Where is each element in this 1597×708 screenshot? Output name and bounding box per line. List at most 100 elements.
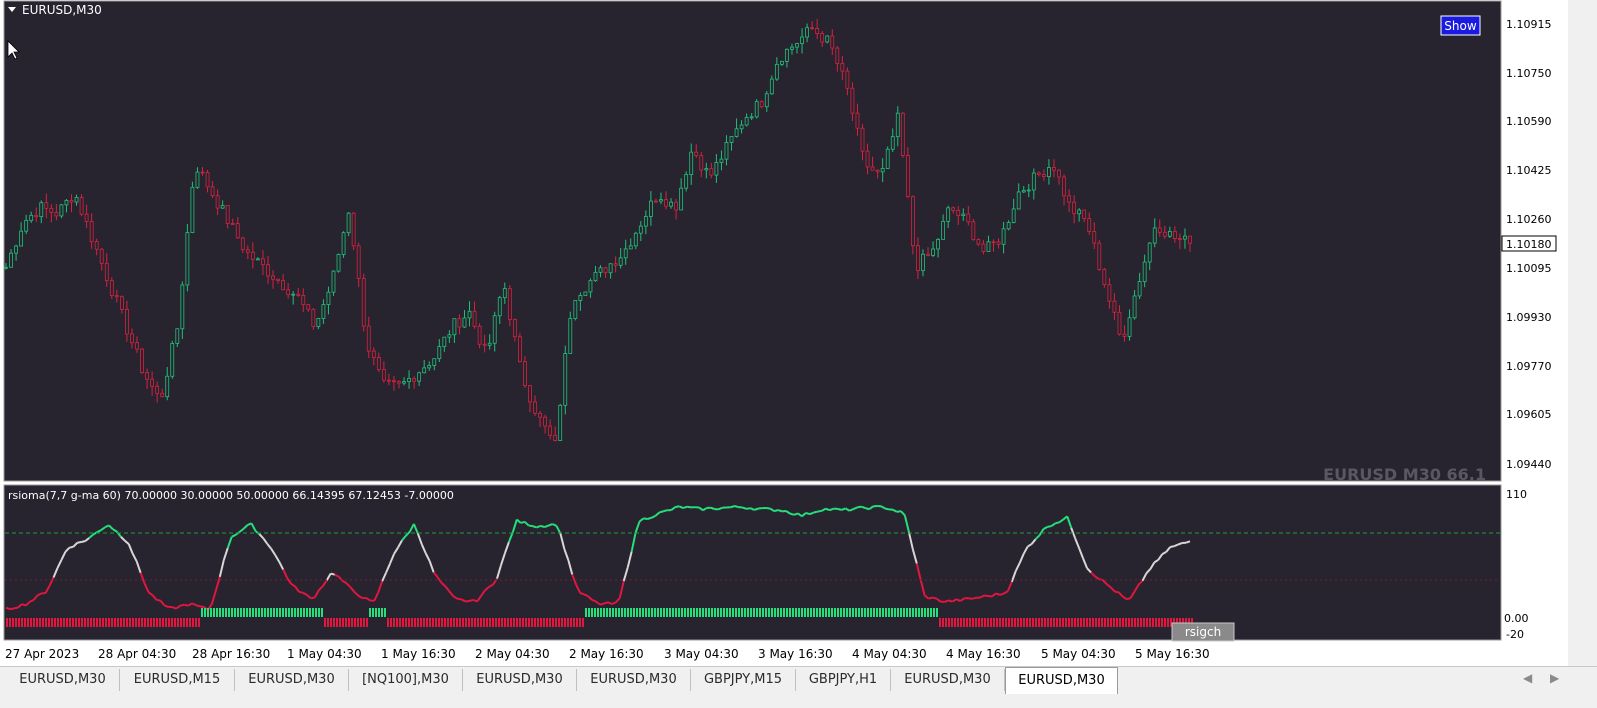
candle-body xyxy=(633,232,638,247)
signal-bar-down xyxy=(1026,618,1028,627)
signal-bar-down xyxy=(180,618,182,627)
signal-bar-down xyxy=(1002,618,1004,627)
candle-body xyxy=(820,33,825,43)
signal-bar-down xyxy=(132,618,134,627)
candle-body xyxy=(921,253,925,272)
rsi-segment xyxy=(298,590,304,594)
signal-bar-up xyxy=(837,608,839,617)
candle-body xyxy=(593,271,598,282)
time-axis[interactable]: 27 Apr 2023 28 Apr 04:30 28 Apr 16:30 1 … xyxy=(5,647,1210,661)
signal-bar-up xyxy=(912,608,914,617)
signal-bar-down xyxy=(975,618,977,627)
price-tick: 1.09930 xyxy=(1506,311,1552,324)
rsi-segment xyxy=(746,507,751,510)
signal-bar-down xyxy=(1011,618,1013,627)
signal-bar-up xyxy=(729,608,731,617)
indicator-label: rsioma(7,7 g-ma 60) 70.00000 30.00000 50… xyxy=(8,489,454,502)
candle-body xyxy=(402,381,406,384)
signal-bar-down xyxy=(456,618,458,627)
candle-body xyxy=(729,136,734,143)
chart-tab[interactable]: EURUSD,M30 xyxy=(891,669,1005,691)
candle-body xyxy=(346,212,351,234)
signal-bar-up xyxy=(306,608,308,617)
signal-bar-up xyxy=(855,608,857,617)
rsi-segment xyxy=(686,505,692,509)
chart-tab[interactable]: EURUSD,M15 xyxy=(120,669,235,691)
signal-bar-up xyxy=(801,608,803,617)
signal-bar-down xyxy=(411,618,413,627)
signal-bar-up xyxy=(255,608,257,617)
candle-body xyxy=(890,136,895,150)
candle-body xyxy=(457,318,462,328)
candle-body xyxy=(659,199,663,202)
candle-body xyxy=(1057,169,1061,178)
signal-bar-up xyxy=(273,608,275,617)
signal-bar-up xyxy=(900,608,902,617)
signal-bar-down xyxy=(1095,618,1097,627)
signal-bar-down xyxy=(477,618,479,627)
signal-bar-down xyxy=(396,618,398,627)
chart-tab-active[interactable]: EURUSD,M30 xyxy=(1005,667,1118,694)
tab-scroll-left-icon[interactable]: ◀ xyxy=(1523,671,1532,685)
chart-tab[interactable]: [NQ100],M30 xyxy=(349,669,463,691)
signal-bar-down xyxy=(564,618,566,627)
candle-body xyxy=(976,239,981,245)
time-tick: 28 Apr 04:30 xyxy=(98,647,176,661)
rsi-segment xyxy=(1185,540,1191,544)
signal-bar-up xyxy=(684,608,686,617)
chart-window[interactable]: EURUSD,M30 Show EURUSD M30 66.1 rsioma(7… xyxy=(0,0,1568,666)
signal-bar-down xyxy=(9,618,11,627)
candle-body xyxy=(104,262,109,282)
rsi-segment xyxy=(968,597,973,600)
candle-body xyxy=(336,254,341,272)
signal-bar-down xyxy=(999,618,1001,627)
signal-bar-up xyxy=(639,608,641,617)
rsi-segment xyxy=(69,545,74,549)
rsi-segment xyxy=(766,507,771,510)
signal-bar-down xyxy=(510,618,512,627)
signal-bar-up xyxy=(246,608,248,617)
chart-canvas[interactable]: EURUSD,M30 Show EURUSD M30 66.1 rsioma(7… xyxy=(0,0,1568,666)
signal-bar-up xyxy=(636,608,638,617)
show-button[interactable]: Show xyxy=(1440,15,1481,36)
signal-bar-down xyxy=(504,618,506,627)
price-tick: 1.10590 xyxy=(1506,115,1552,128)
signal-bar-down xyxy=(990,618,992,627)
candle-body xyxy=(986,241,991,252)
signal-bar-up xyxy=(714,608,716,617)
signal-bar-up xyxy=(585,608,587,617)
chart-tab[interactable]: EURUSD,M30 xyxy=(463,669,577,691)
signal-bar-up xyxy=(909,608,911,617)
signal-bar-down xyxy=(45,618,47,627)
rsi-segment xyxy=(199,605,205,609)
chart-tab[interactable]: EURUSD,M30 xyxy=(577,669,691,691)
candle-body xyxy=(331,270,336,293)
signal-bar-up xyxy=(672,608,674,617)
signal-bar-down xyxy=(42,618,44,627)
tab-scroll-right-icon[interactable]: ▶ xyxy=(1550,671,1559,685)
signal-bar-up xyxy=(651,608,653,617)
signal-bar-down xyxy=(1098,618,1100,627)
rsigch-button[interactable]: rsigch xyxy=(1171,622,1235,642)
candle-body xyxy=(674,201,678,211)
signal-bar-up xyxy=(726,608,728,617)
candle-body xyxy=(452,318,457,336)
signal-bar-down xyxy=(156,618,158,627)
candle-body xyxy=(44,202,49,209)
candle-body xyxy=(1097,242,1102,270)
chart-tab[interactable]: EURUSD,M30 xyxy=(235,669,349,691)
rsi-segment xyxy=(861,505,866,509)
candle-body xyxy=(261,258,265,266)
main-chart-area[interactable] xyxy=(4,1,1501,481)
signal-bar-up xyxy=(663,608,665,617)
chart-tab[interactable]: GBPJPY,H1 xyxy=(796,669,891,691)
candle-body xyxy=(387,379,391,382)
signal-bar-down xyxy=(1074,618,1076,627)
candle-body xyxy=(34,214,39,218)
chart-tab[interactable]: GBPJPY,M15 xyxy=(691,669,796,691)
rsi-segment xyxy=(77,540,82,544)
signal-bar-down xyxy=(102,618,104,627)
signal-bar-up xyxy=(621,608,623,617)
chart-tab[interactable]: EURUSD,M30 xyxy=(6,669,120,691)
candle-body xyxy=(311,308,316,327)
